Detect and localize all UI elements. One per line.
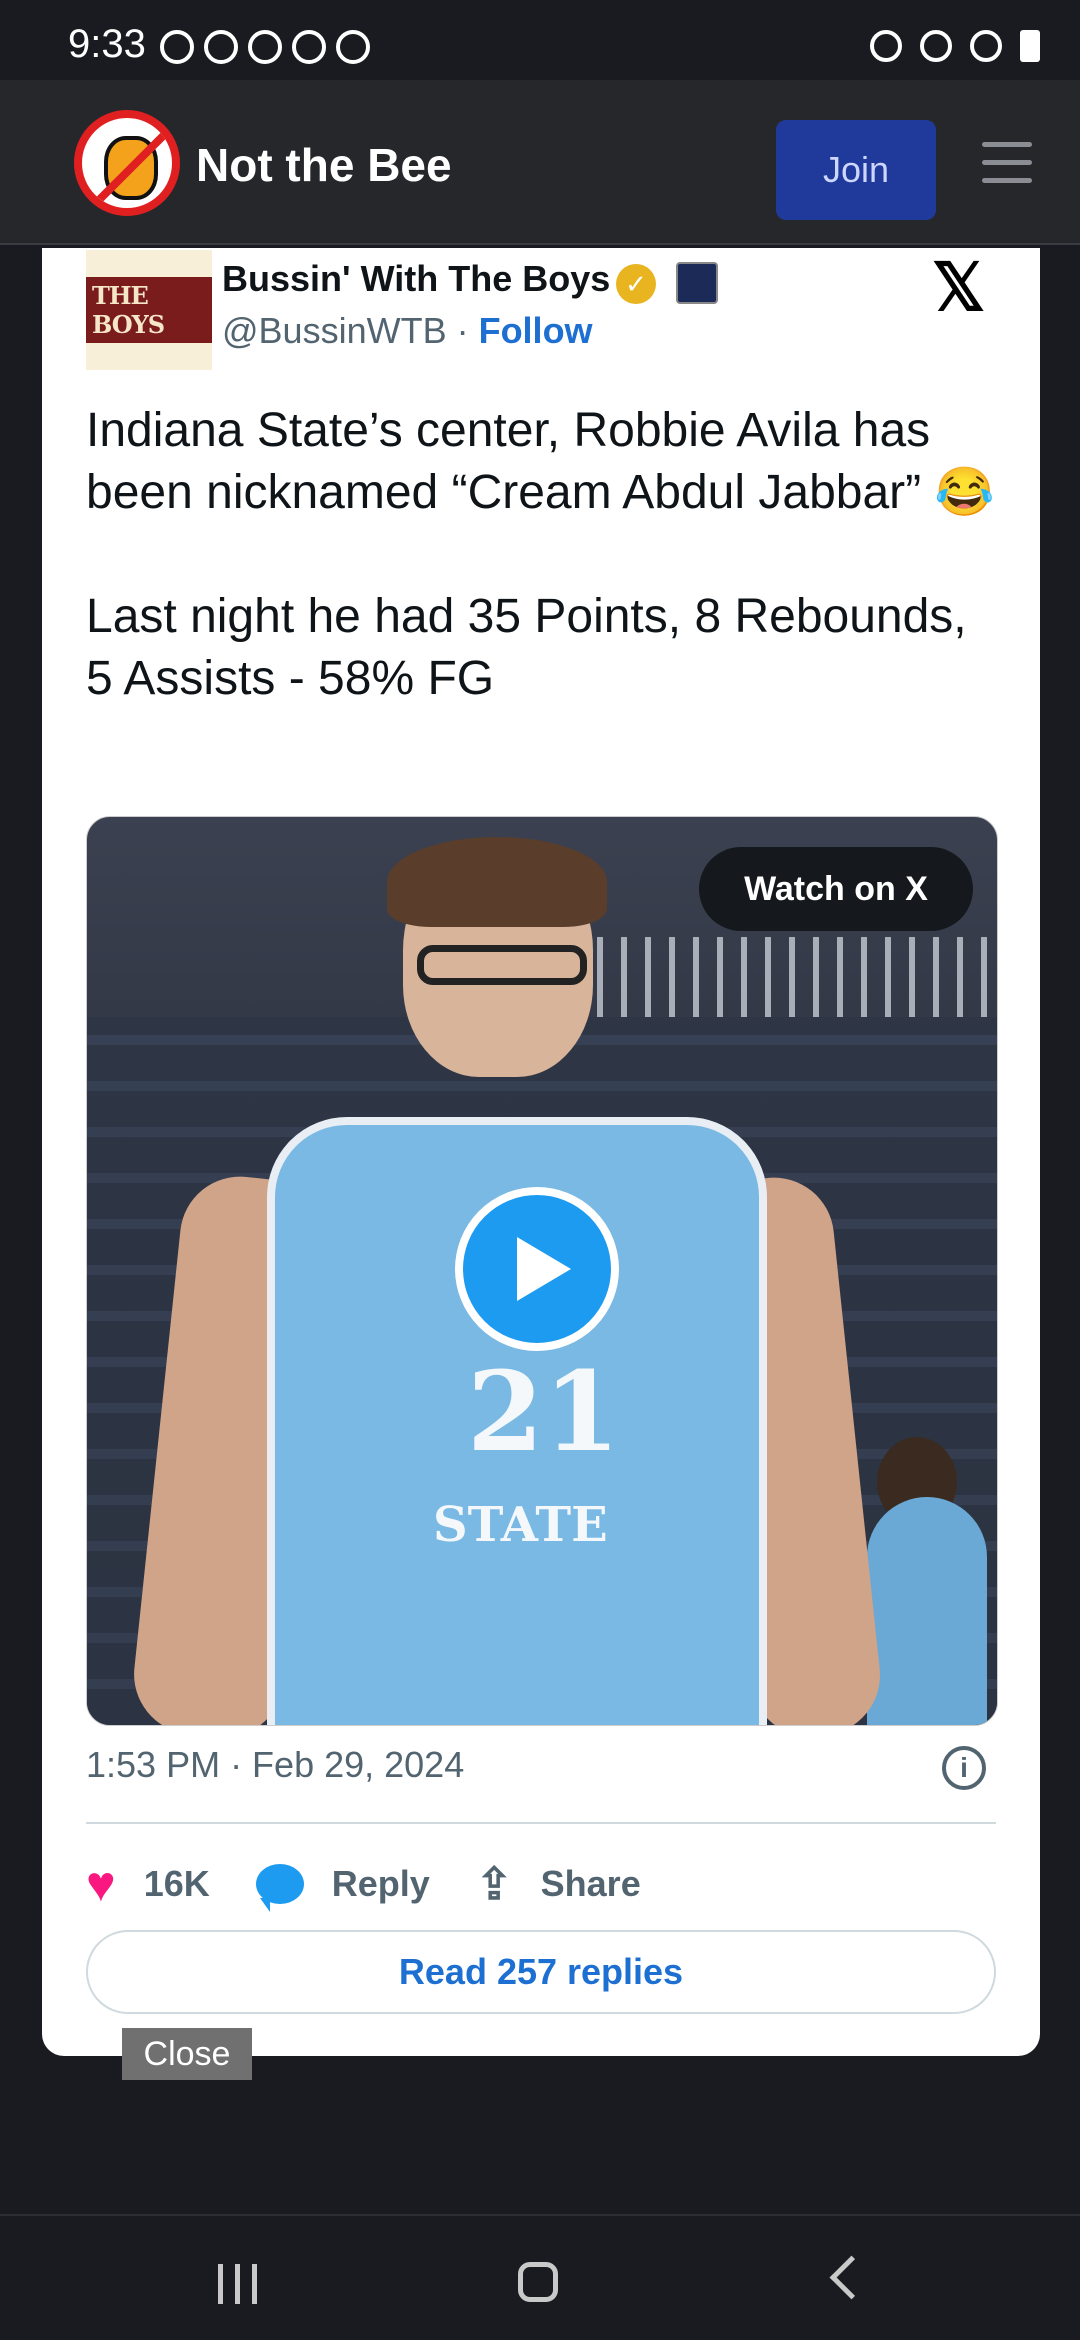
notification-icons xyxy=(160,30,370,64)
notification-icon xyxy=(292,30,326,64)
play-icon xyxy=(517,1237,571,1301)
tweet-video[interactable]: 21 STATE Watch on X xyxy=(86,816,998,1726)
x-logo-icon[interactable]: 𝕏 xyxy=(932,254,985,320)
divider xyxy=(86,1822,996,1824)
author-handle-line: @BussinWTB · Follow xyxy=(222,310,593,352)
heart-icon: ♥ xyxy=(86,1856,116,1912)
verified-badge-icon: ✓ xyxy=(616,264,656,304)
reply-label: Reply xyxy=(331,1863,430,1904)
site-header: Not the Bee Join xyxy=(0,80,1080,245)
tweet-timestamp[interactable]: 1:53 PM · Feb 29, 2024 xyxy=(86,1744,464,1786)
handle-separator: · xyxy=(446,310,479,351)
share-icon: ⇪ xyxy=(475,1859,513,1909)
jersey-number: 21 xyxy=(467,1347,621,1476)
read-replies-button[interactable]: Read 257 replies xyxy=(86,1930,996,2014)
notification-icon xyxy=(160,30,194,64)
share-label: Share xyxy=(540,1863,641,1904)
background-player-jersey xyxy=(867,1497,987,1725)
join-button[interactable]: Join xyxy=(776,120,936,220)
info-icon[interactable]: i xyxy=(942,1746,986,1790)
notification-icon xyxy=(336,30,370,64)
share-button[interactable]: ⇪ Share xyxy=(476,1859,641,1910)
author-name[interactable]: Bussin' With The Boys xyxy=(222,258,610,300)
embedded-tweet-card: THE BOYS Bussin' With The Boys ✓ @Bussin… xyxy=(42,248,1040,2056)
like-count: 16K xyxy=(143,1863,210,1904)
alarm-icon xyxy=(870,30,902,62)
reply-button[interactable]: Reply xyxy=(255,1863,430,1912)
signal-icon xyxy=(970,30,1002,62)
author-avatar[interactable]: THE BOYS xyxy=(86,250,212,370)
reply-bubble-icon xyxy=(255,1864,304,1912)
system-navigation-bar xyxy=(0,2214,1080,2340)
player-hair xyxy=(387,837,607,927)
author-handle[interactable]: @BussinWTB xyxy=(222,310,447,351)
notification-icon xyxy=(204,30,238,64)
battery-icon xyxy=(1020,30,1040,62)
recents-icon[interactable] xyxy=(218,2264,257,2304)
system-icons xyxy=(870,30,1040,62)
affiliation-badge-icon xyxy=(676,262,718,304)
watch-on-x-button[interactable]: Watch on X xyxy=(699,847,973,931)
follow-link[interactable]: Follow xyxy=(479,310,593,351)
tweet-actions: ♥ 16K Reply ⇪ Share xyxy=(86,1844,687,1924)
notification-icon xyxy=(248,30,282,64)
status-bar: 9:33 xyxy=(0,0,1080,80)
back-icon[interactable] xyxy=(829,2255,874,2300)
jersey-text: STATE xyxy=(433,1497,608,1553)
brand-name[interactable]: Not the Bee xyxy=(196,138,452,192)
home-icon[interactable] xyxy=(518,2262,558,2302)
status-time: 9:33 xyxy=(68,22,146,66)
not-the-bee-logo-icon[interactable] xyxy=(74,110,180,216)
video-railing xyxy=(597,937,997,1017)
avatar-text: THE BOYS xyxy=(86,277,212,343)
player-glasses xyxy=(417,945,587,985)
play-button[interactable] xyxy=(455,1187,619,1351)
close-button[interactable]: Close xyxy=(122,2028,252,2080)
wifi-icon xyxy=(920,30,952,62)
like-button[interactable]: ♥ 16K xyxy=(86,1855,210,1913)
menu-icon[interactable] xyxy=(982,142,1032,183)
tweet-text: Indiana State’s center, Robbie Avila has… xyxy=(86,404,995,705)
